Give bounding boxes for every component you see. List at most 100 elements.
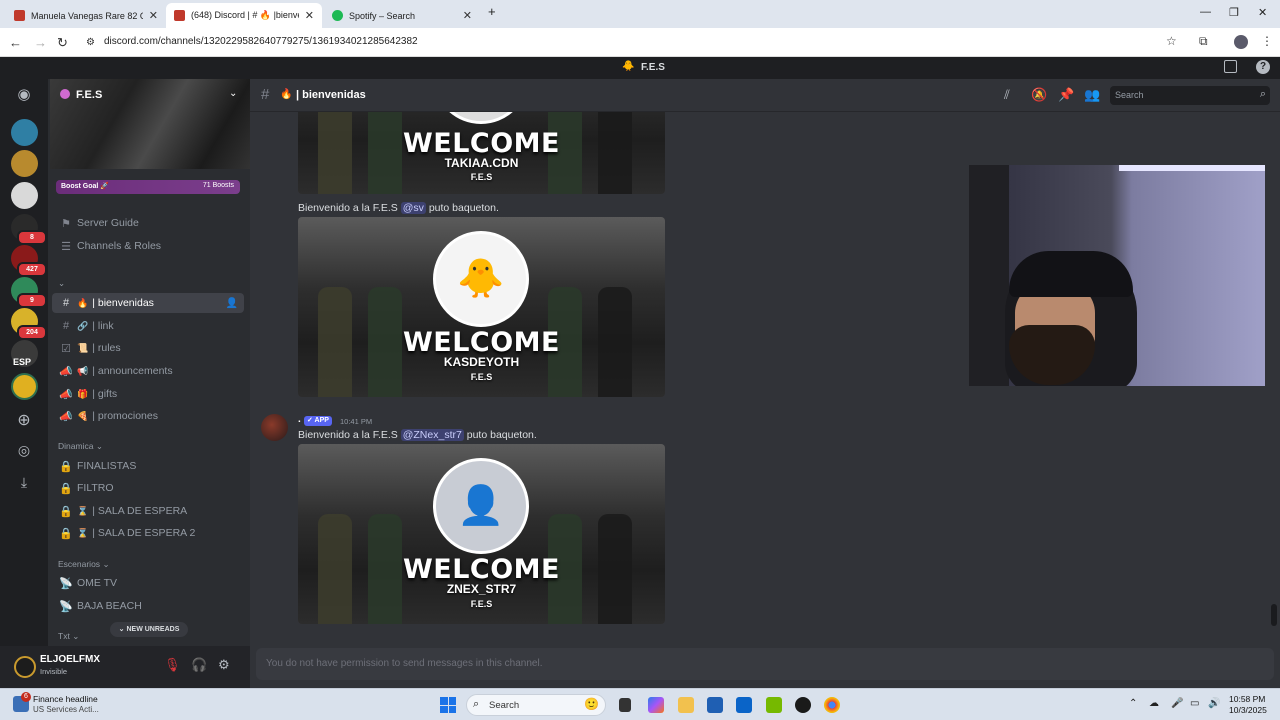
- taskbar-search[interactable]: ⌕ Search 🙂: [466, 694, 606, 716]
- browser-tab[interactable]: Spotify – Search ✕: [324, 3, 480, 28]
- discover-icon[interactable]: ◎: [14, 442, 34, 459]
- help-icon[interactable]: ?: [1256, 60, 1270, 74]
- server-guide-item[interactable]: ⚑ Server Guide: [52, 213, 244, 233]
- category-dinamica[interactable]: Dinamica ⌄: [58, 441, 103, 452]
- search-input[interactable]: Search ⌕: [1110, 86, 1270, 105]
- notifications-muted-icon[interactable]: 🔕: [1031, 87, 1047, 103]
- channel-emoji: 📜: [77, 342, 89, 353]
- server-icon[interactable]: [11, 182, 38, 209]
- tab-close-icon[interactable]: ✕: [463, 9, 472, 22]
- welcome-image[interactable]: 🐥 WELCOME KASDEYOTH F.E.S: [298, 217, 665, 397]
- channels-roles-item[interactable]: ☰ Channels & Roles: [52, 236, 244, 256]
- store-icon[interactable]: [707, 697, 723, 713]
- chat-header: # 🔥 | bienvenidas ⫽ 🔕 📌 👥 Search ⌕: [250, 79, 1280, 112]
- cloud-icon[interactable]: ☁: [1149, 698, 1159, 709]
- network-icon[interactable]: ▭: [1190, 698, 1199, 709]
- forward-icon[interactable]: →: [34, 35, 47, 50]
- close-window-icon[interactable]: ✕: [1258, 6, 1267, 19]
- app-icon[interactable]: [795, 697, 811, 713]
- user-mention[interactable]: @sv: [400, 202, 426, 214]
- new-unreads-button[interactable]: ⌄ NEW UNREADS: [110, 622, 188, 637]
- welcome-image[interactable]: 👤 WELCOME ZNEX_STR7 F.E.S: [298, 444, 665, 624]
- profile-avatar[interactable]: [1234, 35, 1248, 49]
- news-subtitle[interactable]: US Services Acti...: [33, 705, 99, 714]
- channel-gifts[interactable]: 📣 🎁 | gifts: [52, 384, 244, 404]
- screenshare-icon[interactable]: ⧉: [1199, 34, 1208, 49]
- news-title[interactable]: Finance headline: [33, 694, 98, 704]
- browser-tab-active[interactable]: (648) Discord | # 🔥 |bienvenidas ✕: [166, 3, 322, 28]
- channel-label: | bienvenidas: [92, 297, 154, 309]
- add-server-icon[interactable]: ⊕: [14, 410, 34, 430]
- task-view-icon[interactable]: [619, 698, 631, 712]
- outlook-icon[interactable]: [736, 697, 752, 713]
- boost-goal-bar[interactable]: Boost Goal 🚀 71 Boosts: [56, 180, 240, 194]
- channel-sala-de-espera-2[interactable]: 🔒 ⌛ | SALA DE ESPERA 2: [52, 523, 244, 543]
- chrome-icon[interactable]: [824, 697, 840, 713]
- chevron-down-icon[interactable]: ⌄: [229, 88, 237, 99]
- site-info-icon[interactable]: ⚙: [86, 37, 95, 48]
- restore-icon[interactable]: ❐: [1229, 6, 1239, 19]
- back-icon[interactable]: ←: [9, 35, 22, 50]
- category-txt[interactable]: Txt ⌄: [58, 631, 79, 642]
- channel-announcements[interactable]: 📣 📢 | announcements: [52, 361, 244, 381]
- user-mention[interactable]: @ZNex_str7: [400, 429, 464, 441]
- new-tab-button[interactable]: +: [488, 4, 496, 19]
- category-escenarios[interactable]: Escenarios ⌄: [58, 559, 110, 570]
- inbox-icon[interactable]: [1224, 60, 1237, 73]
- author-name[interactable]: .: [298, 414, 301, 425]
- channel-filtro[interactable]: 🔒 FILTRO: [52, 478, 244, 498]
- tab-close-icon[interactable]: ✕: [305, 9, 314, 22]
- channel-finalistas[interactable]: 🔒 FINALISTAS: [52, 456, 244, 476]
- member-list-icon[interactable]: 👥: [1084, 87, 1100, 103]
- flag-icon: ⚑: [61, 217, 71, 230]
- microphone-icon[interactable]: 🎤: [1171, 698, 1183, 709]
- server-icon[interactable]: [11, 150, 38, 177]
- pin-icon[interactable]: 📌: [1058, 87, 1074, 103]
- bookmark-star-icon[interactable]: ☆: [1166, 34, 1177, 48]
- threads-icon[interactable]: ⫽: [1004, 87, 1010, 103]
- server-icon[interactable]: [11, 119, 38, 146]
- collapsed-category-chevron-icon[interactable]: ⌄: [58, 278, 65, 289]
- stage-icon: 📡: [59, 600, 73, 613]
- minimize-icon[interactable]: —: [1200, 6, 1211, 18]
- search-icon: ⌕: [473, 698, 480, 710]
- copilot-icon[interactable]: [648, 697, 664, 713]
- channel-promociones[interactable]: 📣 🍕 | promociones: [52, 406, 244, 426]
- welcome-username: ZNEX_STR7: [446, 582, 517, 596]
- file-explorer-icon[interactable]: [678, 697, 694, 713]
- reload-icon[interactable]: ↻: [57, 35, 68, 51]
- item-label: Server Guide: [77, 217, 139, 229]
- channel-sala-de-espera[interactable]: 🔒 ⌛ | SALA DE ESPERA: [52, 501, 244, 521]
- add-member-icon[interactable]: 👤: [226, 298, 238, 309]
- channel-baja-beach[interactable]: 📡 BAJA BEACH: [52, 596, 244, 616]
- server-name[interactable]: F.E.S: [76, 89, 102, 101]
- scrollbar-thumb[interactable]: [1271, 604, 1277, 626]
- headphones-icon[interactable]: 🎧: [191, 657, 207, 673]
- discord-home-icon[interactable]: ◉: [14, 85, 34, 103]
- webcam-overlay[interactable]: [969, 165, 1265, 386]
- channel-link[interactable]: # 🔗 | link: [52, 316, 244, 336]
- show-hidden-icons-chevron-icon[interactable]: ⌃: [1129, 698, 1137, 709]
- browser-tab[interactable]: Manuela Vanegas Rare 82 OVR ✕: [6, 3, 166, 28]
- server-icon-selected[interactable]: [11, 373, 38, 400]
- unread-badge: 9: [17, 293, 47, 308]
- channel-ome-tv[interactable]: 📡 OME TV: [52, 573, 244, 593]
- volume-icon[interactable]: 🔊: [1208, 698, 1220, 709]
- url-field[interactable]: discord.com/channels/1320229582640779275…: [104, 36, 418, 47]
- clock-time[interactable]: 10:58 PM: [1229, 694, 1265, 704]
- windows-start-icon[interactable]: [440, 697, 456, 713]
- browser-menu-icon[interactable]: ⋮: [1261, 34, 1273, 48]
- clock-date[interactable]: 10/3/2025: [1229, 705, 1267, 715]
- avatar[interactable]: [14, 656, 36, 678]
- mute-mic-icon[interactable]: 🎙: [164, 657, 181, 673]
- channel-bienvenidas[interactable]: # 🔥 | bienvenidas 👤: [52, 293, 244, 313]
- welcome-image[interactable]: WELCOME TAKIAA.CDN F.E.S: [298, 112, 665, 194]
- download-icon[interactable]: ⤓: [14, 474, 34, 491]
- tab-close-icon[interactable]: ✕: [149, 9, 158, 22]
- avatar[interactable]: [261, 414, 288, 441]
- channel-rules[interactable]: ☑ 📜 | rules: [52, 338, 244, 358]
- boost-count: 71 Boosts: [202, 182, 234, 189]
- nvidia-icon[interactable]: [766, 697, 782, 713]
- settings-gear-icon[interactable]: ⚙: [218, 657, 230, 673]
- username[interactable]: ELJOELFMX: [40, 654, 100, 665]
